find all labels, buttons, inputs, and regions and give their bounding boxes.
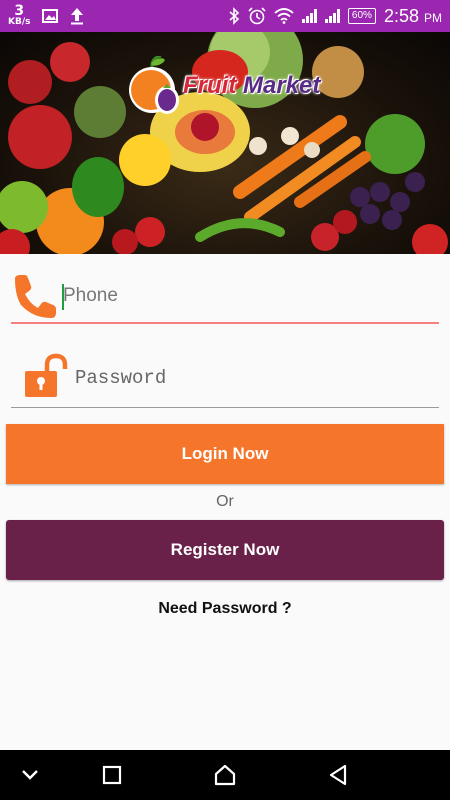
logo-text: Fruit Market <box>183 72 321 99</box>
net-speed: 3 KB/s <box>8 3 31 27</box>
register-button[interactable]: Register Now <box>6 520 444 580</box>
fruit-banner: Fruit Market <box>0 32 450 254</box>
or-divider-text: Or <box>216 493 234 510</box>
password-field[interactable] <box>11 350 439 408</box>
nav-collapse-button[interactable] <box>0 750 60 800</box>
nav-back-button[interactable] <box>308 750 368 800</box>
login-button[interactable]: Login Now <box>6 424 444 484</box>
image-icon <box>42 9 59 23</box>
logo-fruit-icon <box>129 56 179 114</box>
phone-icon <box>15 275 56 318</box>
nav-home-button[interactable] <box>195 750 255 800</box>
status-bar: 3 KB/s 60% 2:58 PM <box>0 0 450 32</box>
password-input[interactable] <box>75 360 425 396</box>
wifi-icon <box>274 8 294 24</box>
phone-field[interactable] <box>11 268 439 324</box>
upload-icon <box>71 8 84 25</box>
back-icon <box>329 764 347 786</box>
home-icon <box>214 764 236 786</box>
signal-icon <box>301 9 317 23</box>
battery-indicator: 60% <box>347 8 376 24</box>
app-logo: Fruit Market <box>125 56 320 116</box>
phone-input[interactable] <box>63 274 423 318</box>
bluetooth-icon <box>229 7 240 25</box>
system-nav-bar <box>0 750 450 800</box>
alarm-icon <box>248 7 266 25</box>
clock: 2:58 PM <box>383 5 442 26</box>
nav-recents-button[interactable] <box>82 750 142 800</box>
unlock-icon <box>25 353 68 397</box>
signal-icon-2 <box>324 9 340 23</box>
need-password-link[interactable]: Need Password ? <box>0 600 450 618</box>
recents-icon <box>102 765 122 785</box>
chevron-down-icon <box>22 770 38 780</box>
